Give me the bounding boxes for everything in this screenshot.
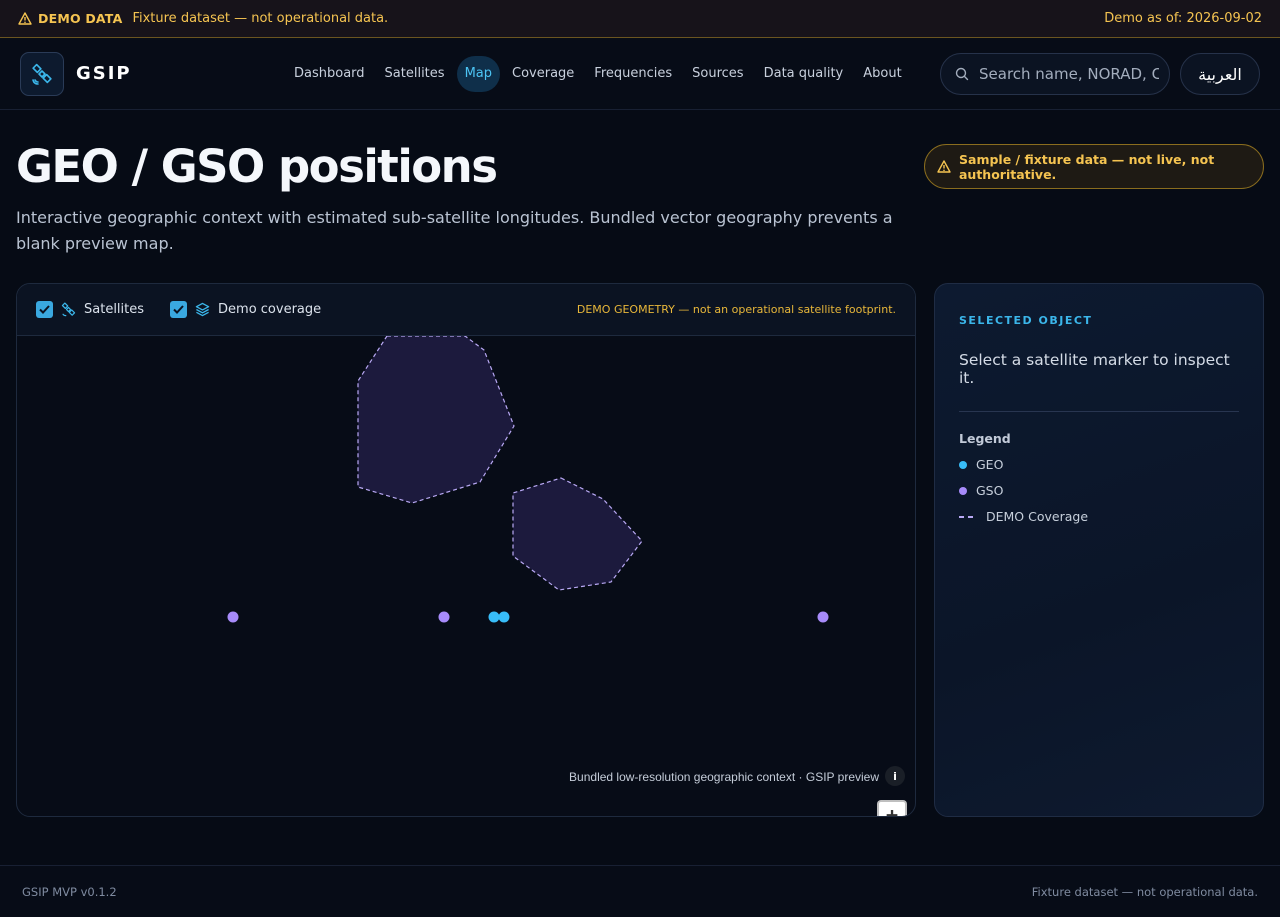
- nav-data-quality[interactable]: Data quality: [756, 56, 852, 92]
- nav-coverage[interactable]: Coverage: [504, 56, 582, 92]
- search-input[interactable]: [979, 65, 1159, 83]
- dashed-line-icon: [959, 515, 977, 518]
- satellite-marker-gso[interactable]: [817, 611, 829, 623]
- nav-satellites[interactable]: Satellites: [377, 56, 453, 92]
- map-attribution: Bundled low-resolution geographic contex…: [569, 770, 879, 784]
- satellites-toggle-label[interactable]: Satellites: [84, 302, 144, 317]
- warning-icon: [937, 160, 951, 173]
- demo-banner-message: Fixture dataset — not operational data.: [132, 11, 389, 26]
- footer-notice: Fixture dataset — not operational data.: [1031, 884, 1258, 899]
- sample-data-badge: Sample / fixture data — not live, not au…: [924, 144, 1264, 189]
- warning-icon: [18, 12, 32, 25]
- demo-as-of: Demo as of: 2026-09-02: [1104, 11, 1262, 26]
- legend-item-coverage: DEMO Coverage: [959, 509, 1239, 524]
- demo-banner-warning: DEMO DATA: [18, 11, 122, 26]
- checkmark-icon: [39, 305, 50, 314]
- page-description: Interactive geographic context with esti…: [16, 208, 893, 253]
- selected-object-panel: SELECTED OBJECT Select a satellite marke…: [934, 283, 1264, 817]
- checkmark-icon: [173, 305, 184, 314]
- selected-object-heading: SELECTED OBJECT: [959, 314, 1093, 327]
- legend-label-coverage: DEMO Coverage: [986, 509, 1089, 524]
- legend-label-gso: GSO: [976, 483, 1004, 498]
- layers-icon: [195, 302, 210, 317]
- legend-item-gso: GSO: [959, 483, 1239, 498]
- demo-banner-label: DEMO DATA: [38, 11, 123, 26]
- divider: [959, 411, 1239, 412]
- geo-dot-icon: [959, 460, 967, 469]
- brand-name: GSIP: [76, 63, 132, 84]
- satellite-icon: [32, 63, 52, 85]
- search-icon: [955, 67, 969, 81]
- satellite-marker-geo[interactable]: [498, 611, 510, 623]
- gso-dot-icon: [959, 486, 967, 495]
- satellite-marker-gso[interactable]: [438, 611, 450, 623]
- demo-coverage-checkbox[interactable]: [170, 301, 188, 318]
- top-header: GSIP Dashboard Satellites Map Coverage F…: [0, 38, 1280, 110]
- nav-frequencies[interactable]: Frequencies: [586, 56, 680, 92]
- nav-map[interactable]: Map: [456, 56, 500, 92]
- map-canvas[interactable]: Bundled low-resolution geographic contex…: [17, 335, 916, 817]
- main-nav: Dashboard Satellites Map Coverage Freque…: [286, 56, 910, 92]
- nav-dashboard[interactable]: Dashboard: [286, 56, 373, 92]
- language-toggle-button[interactable]: العربية: [1180, 53, 1260, 95]
- app-version: GSIP MVP v0.1.2: [22, 884, 117, 899]
- sample-data-badge-text: Sample / fixture data — not live, not au…: [959, 151, 1215, 182]
- satellite-marker-geo[interactable]: [488, 611, 500, 623]
- satellites-checkbox[interactable]: [36, 301, 53, 318]
- satellite-icon: [61, 302, 76, 317]
- legend-label-geo: GEO: [976, 457, 1004, 472]
- search-box[interactable]: [940, 53, 1170, 95]
- map-card: Satellites Demo coverage DEMO GEOMETRY —…: [16, 283, 916, 817]
- map-svg[interactable]: [17, 335, 916, 817]
- legend-title: Legend: [959, 431, 1011, 446]
- logo[interactable]: [20, 51, 64, 96]
- demo-geometry-notice: DEMO GEOMETRY — not an operational satel…: [576, 303, 896, 316]
- legend-item-geo: GEO: [959, 457, 1239, 472]
- nav-sources[interactable]: Sources: [684, 56, 751, 92]
- demo-banner: DEMO DATA Fixture dataset — not operatio…: [0, 0, 1280, 38]
- satellite-marker-gso[interactable]: [227, 611, 239, 623]
- map-toolbar: Satellites Demo coverage DEMO GEOMETRY —…: [17, 284, 915, 336]
- coverage-polygon[interactable]: [512, 477, 643, 591]
- zoom-control: + −: [877, 800, 907, 816]
- selected-object-message: Select a satellite marker to inspect it.: [959, 351, 1230, 387]
- attribution-info-button[interactable]: i: [885, 766, 905, 786]
- coverage-polygon[interactable]: [357, 335, 515, 504]
- nav-about[interactable]: About: [855, 56, 909, 92]
- demo-coverage-toggle-label[interactable]: Demo coverage: [218, 302, 321, 317]
- footer: GSIP MVP v0.1.2 Fixture dataset — not op…: [0, 865, 1280, 917]
- zoom-in-button[interactable]: +: [879, 802, 905, 816]
- page-title: GEO / GSO positions: [16, 140, 498, 193]
